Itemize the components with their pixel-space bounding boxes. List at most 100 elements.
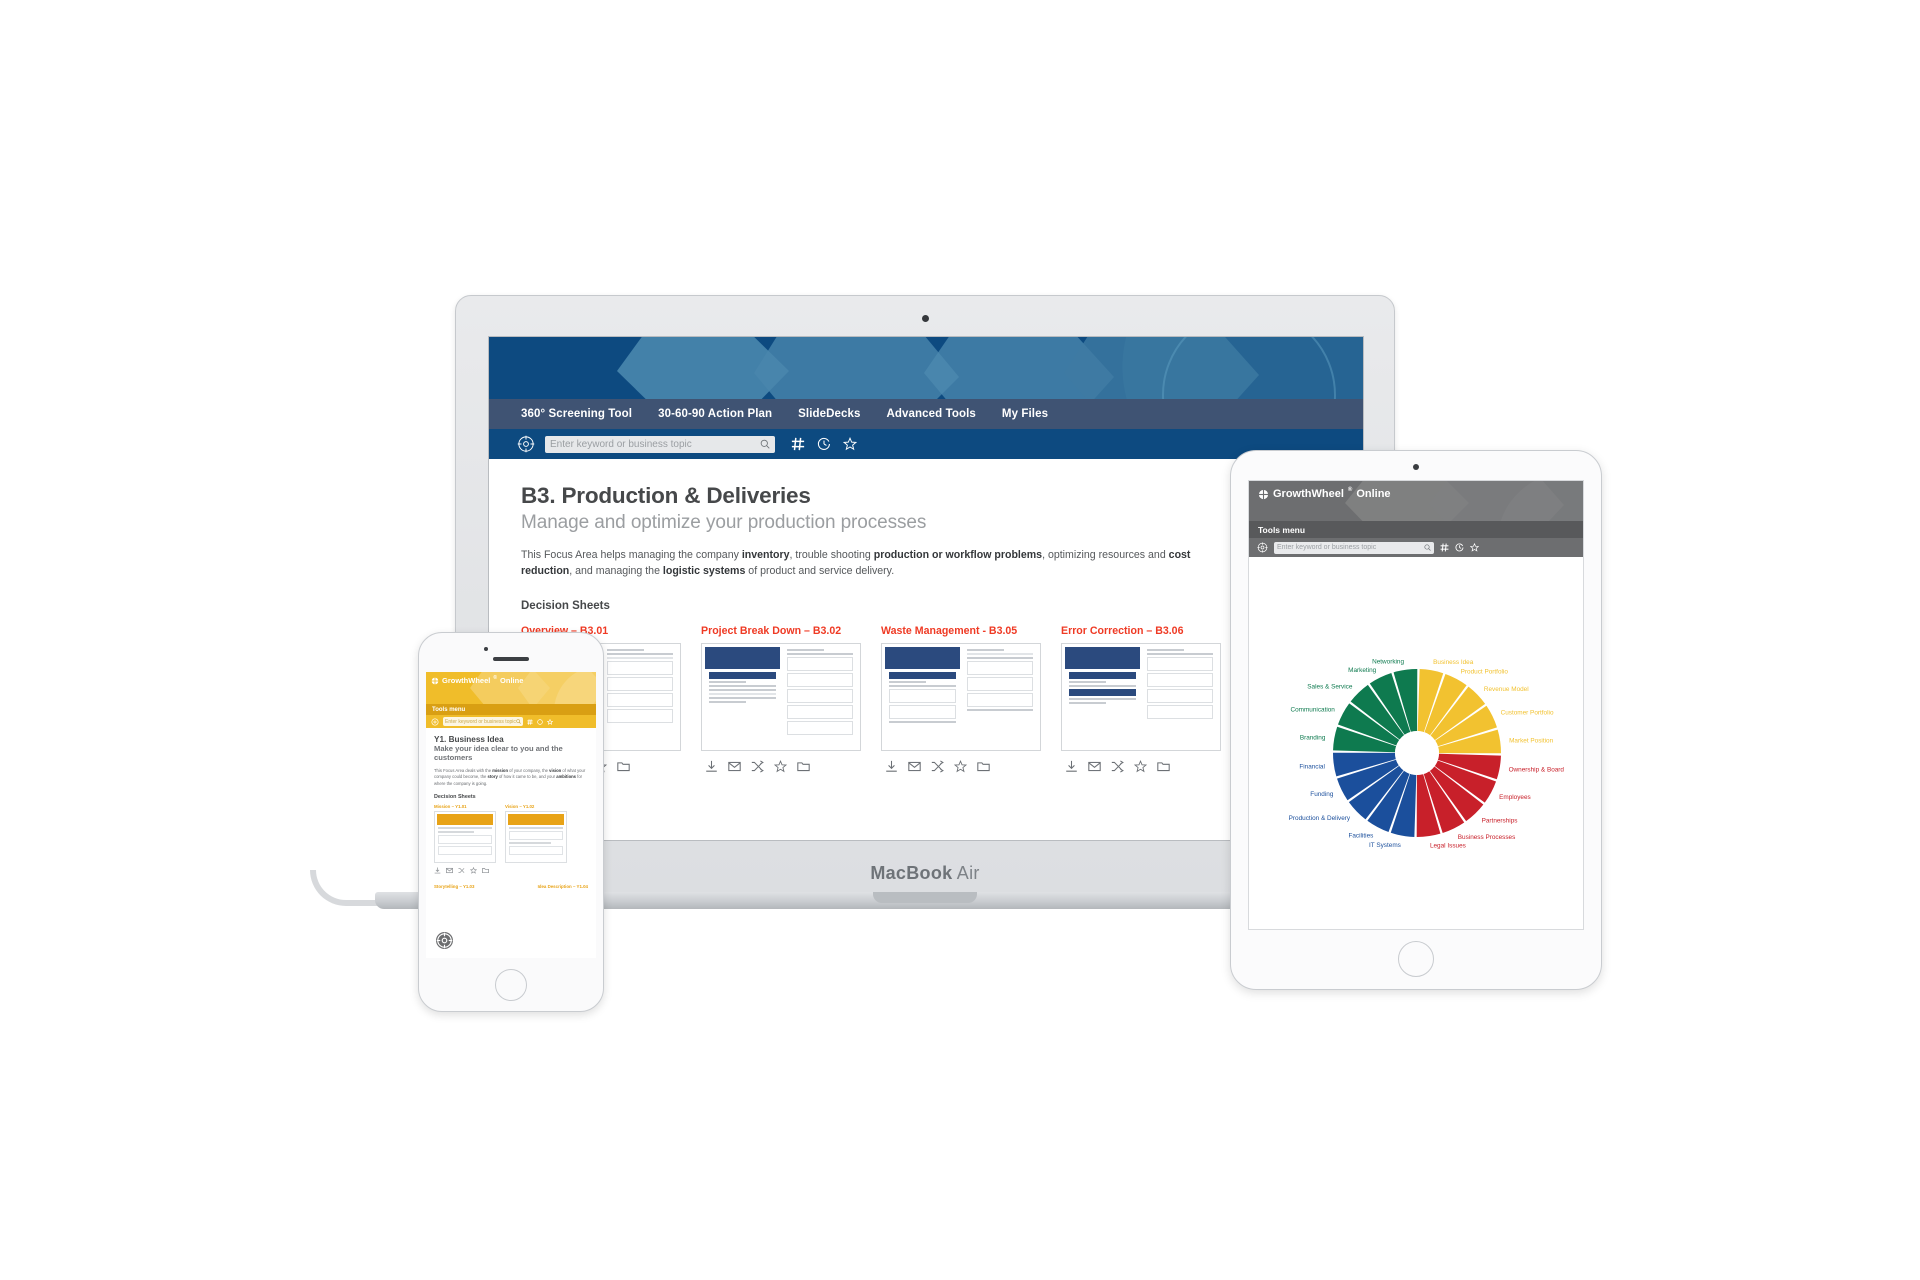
phone-tools-menu-label[interactable]: Tools menu [426, 704, 596, 715]
growthwheel-chart[interactable]: Business Idea Product Portfolio Revenue Mo… [1249, 557, 1584, 930]
card-actions[interactable] [881, 759, 1041, 773]
page-description: This Focus Area helps managing the compa… [521, 549, 1191, 578]
main-nav[interactable]: 360° Screening Tool 30-60-90 Action Plan… [489, 399, 1363, 429]
wheel-segment-label: Communication [1290, 707, 1335, 714]
folder-icon[interactable] [482, 867, 489, 874]
macbook-model: Air [956, 863, 980, 883]
star-icon[interactable] [954, 759, 967, 773]
home-button[interactable] [495, 969, 527, 1001]
clock-icon[interactable] [817, 437, 831, 451]
sheet-preview-right [962, 646, 1037, 747]
wheel-segment-label: Business Idea [1433, 659, 1474, 666]
nav-item-screening-tool[interactable]: 360° Screening Tool [521, 408, 632, 420]
compass-icon[interactable] [436, 932, 453, 949]
search-icon[interactable] [1424, 544, 1431, 551]
card-actions[interactable] [701, 759, 861, 773]
front-camera-icon [484, 647, 488, 651]
star-icon[interactable] [843, 437, 857, 451]
phone-header: GrowthWheel ® Online [426, 672, 596, 704]
clock-icon[interactable] [1455, 543, 1464, 552]
star-icon[interactable] [1134, 759, 1147, 773]
card-title: Project Break Down – B3.02 [701, 624, 842, 637]
nav-item-advanced-tools[interactable]: Advanced Tools [887, 408, 976, 420]
download-icon[interactable] [1065, 760, 1078, 773]
phone-decision-sheet-card[interactable]: Vision – Y1.02 [505, 804, 567, 863]
decision-sheet-card[interactable]: Error Correction – B3.06 + [1061, 625, 1221, 773]
card-title: Waste Management - B3.05 [881, 624, 1018, 637]
tablet-search-input[interactable]: Enter keyword or business topic [1274, 541, 1434, 554]
wheel-segment-label: IT Systems [1369, 842, 1401, 849]
star-icon[interactable] [470, 866, 477, 874]
registered-mark: ® [1347, 487, 1353, 493]
home-button[interactable] [1398, 941, 1434, 977]
card-thumbnail[interactable]: + [1061, 642, 1221, 751]
hash-icon[interactable] [791, 437, 805, 451]
sheet-preview-right [1142, 646, 1217, 747]
registered-mark: ® [493, 674, 498, 681]
card-actions[interactable] [1061, 759, 1221, 773]
folder-icon[interactable] [1157, 760, 1170, 773]
shuffle-icon[interactable] [1111, 760, 1124, 773]
phone-bottom-card-titles: Storytelling – Y1.03 Idea Description – … [434, 884, 588, 889]
tablet-header: GrowthWheel ® Online [1249, 481, 1583, 521]
search-icon[interactable] [516, 719, 521, 724]
decision-sheet-card[interactable]: Project Break Down – B3.02 + [701, 625, 861, 773]
phone-toolbar[interactable]: Enter keyword or business topic [426, 715, 596, 728]
folder-icon[interactable] [617, 760, 630, 773]
wheel-segment-label: Production & Delivery [1289, 815, 1351, 822]
download-icon[interactable] [434, 867, 441, 874]
card-thumbnail[interactable]: + [701, 642, 861, 751]
wheel-segment-label: Revenue Model [1484, 686, 1529, 693]
download-icon[interactable] [885, 760, 898, 773]
phone-search-input[interactable]: Enter keyword or business topic [443, 717, 523, 726]
download-icon[interactable] [705, 760, 718, 773]
star-icon[interactable] [1470, 543, 1479, 552]
clock-icon[interactable] [537, 718, 543, 725]
search-icon[interactable] [760, 439, 770, 449]
folder-icon[interactable] [977, 760, 990, 773]
wheel-segment-label: Financial [1299, 763, 1325, 770]
phone-bottom-card-title[interactable]: Idea Description – Y1.04 [538, 884, 588, 889]
nav-item-action-plan[interactable]: 30-60-90 Action Plan [658, 408, 772, 420]
growthwheel-pie-icon[interactable]: Business Idea Product Portfolio Revenue Mo… [1249, 557, 1584, 930]
mail-icon[interactable] [1088, 760, 1101, 773]
wheel-segment-label: Marketing [1348, 667, 1377, 674]
compass-fab-button[interactable] [436, 932, 453, 949]
wheel-center-hole [1395, 731, 1439, 775]
webcam-icon [921, 315, 929, 322]
star-icon[interactable] [774, 759, 787, 773]
phone-card-thumbnail[interactable] [505, 810, 567, 863]
mail-icon[interactable] [728, 760, 741, 773]
compass-icon[interactable] [517, 435, 535, 453]
phone-bottom-card-title[interactable]: Storytelling – Y1.03 [434, 884, 474, 889]
shuffle-icon[interactable] [751, 760, 764, 773]
star-icon[interactable] [547, 718, 553, 725]
phone-section-title: Decision Sheets [434, 793, 476, 800]
shuffle-icon[interactable] [931, 760, 944, 773]
decision-sheet-card[interactable]: Waste Management - B3.05 + [881, 625, 1041, 773]
compass-icon[interactable] [1257, 542, 1268, 553]
hash-icon[interactable] [527, 718, 533, 725]
tablet-toolbar[interactable]: Enter keyword or business topic [1249, 538, 1583, 557]
tablet-tools-menu-label[interactable]: Tools menu [1249, 521, 1583, 538]
search-input[interactable]: Enter keyword or business topic [545, 435, 775, 453]
mail-icon[interactable] [446, 867, 453, 874]
folder-icon[interactable] [797, 760, 810, 773]
mail-icon[interactable] [908, 760, 921, 773]
front-camera-icon [1413, 464, 1419, 470]
toolbar-icons[interactable] [791, 437, 857, 451]
phone-card-thumbnail[interactable] [434, 810, 496, 863]
screenshot-stage: 360° Screening Tool 30-60-90 Action Plan… [0, 0, 1920, 1280]
compass-icon[interactable] [431, 718, 439, 726]
hero-banner [489, 337, 1363, 399]
phone-decision-sheet-card[interactable]: Mission – Y1.01 [434, 804, 496, 863]
phone-page-subtitle: Make your idea clear to you and the cust… [434, 744, 563, 762]
iphone-screen: GrowthWheel ® Online Tools menu Enter keyw… [426, 672, 596, 958]
card-thumbnail[interactable]: + [881, 642, 1041, 751]
nav-item-my-files[interactable]: My Files [1002, 408, 1048, 420]
nav-item-slidedecks[interactable]: SlideDecks [798, 408, 860, 420]
phone-card-actions[interactable] [434, 866, 588, 874]
hash-icon[interactable] [1440, 543, 1449, 552]
wheel-segment-label: Sales & Service [1307, 684, 1353, 691]
shuffle-icon[interactable] [458, 867, 465, 874]
